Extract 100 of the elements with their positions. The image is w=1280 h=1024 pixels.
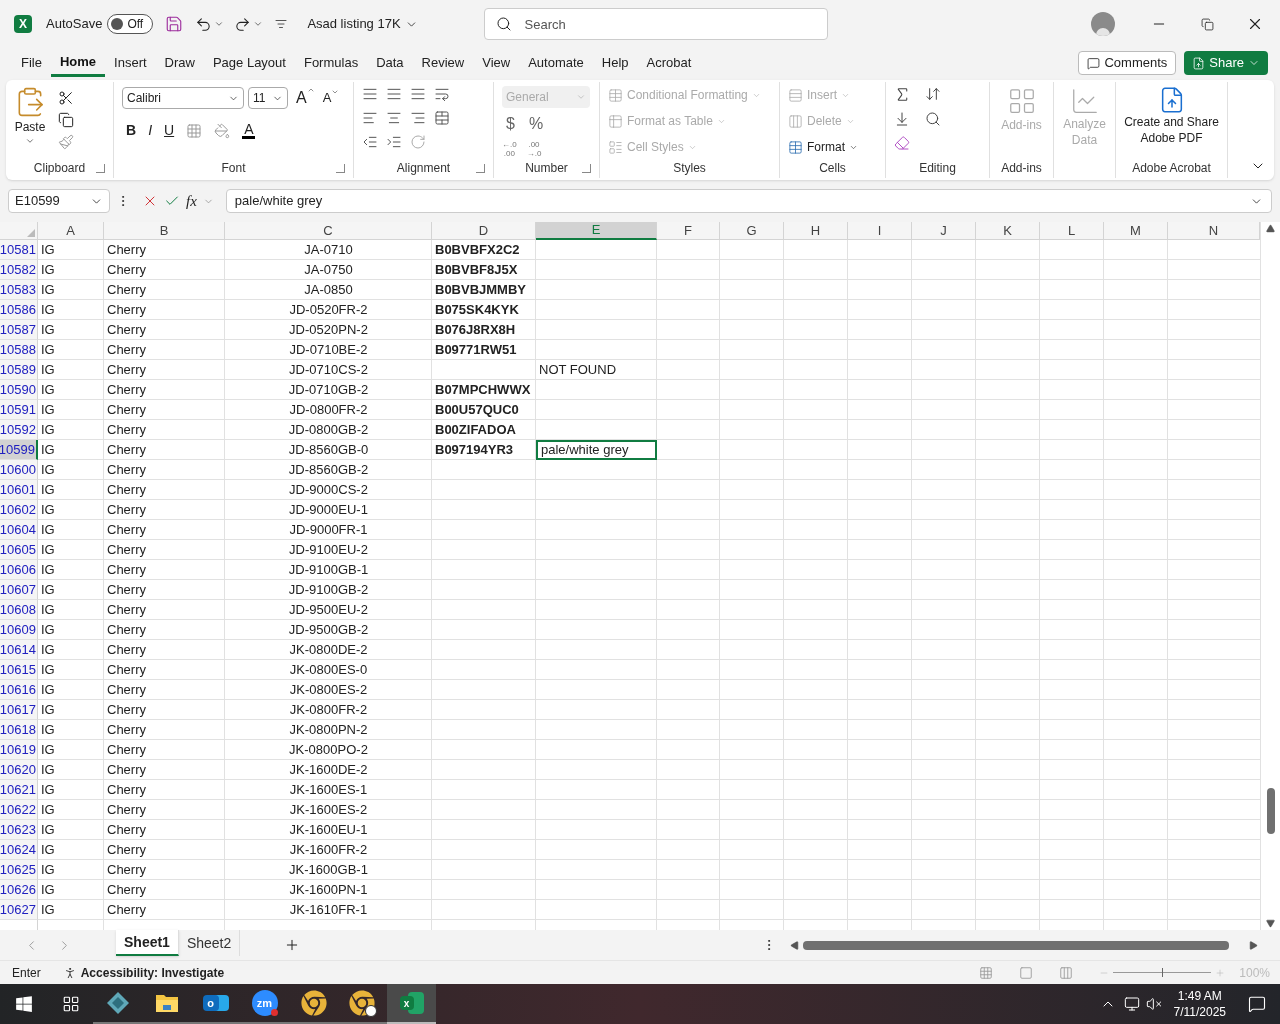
insert-function-button[interactable]: fx <box>186 189 197 213</box>
scroll-up-icon[interactable] <box>1266 224 1275 233</box>
row-header[interactable]: 10605 <box>0 540 38 560</box>
font-color-button[interactable]: A <box>242 122 256 139</box>
autosave-toggle[interactable]: Off <box>107 14 154 34</box>
row-header[interactable]: 10620 <box>0 760 38 780</box>
search-icon[interactable] <box>495 16 512 32</box>
network-icon[interactable] <box>1123 996 1140 1012</box>
row-header[interactable]: 10608 <box>0 600 38 620</box>
align-right-icon[interactable] <box>410 110 426 126</box>
borders-icon[interactable] <box>186 122 203 139</box>
customize-toolbar-icon[interactable] <box>275 18 288 30</box>
row-header[interactable]: 10618 <box>0 720 38 740</box>
row-header[interactable]: 10626 <box>0 880 38 900</box>
row-header[interactable]: 10587 <box>0 320 38 340</box>
column-header[interactable]: H <box>784 222 848 240</box>
row-header[interactable]: 10582 <box>0 260 38 280</box>
scroll-right-icon[interactable] <box>1249 940 1259 950</box>
row-header[interactable]: 10599 <box>0 440 38 460</box>
row-header[interactable]: 10586 <box>0 300 38 320</box>
comments-button[interactable]: Comments <box>1078 51 1177 75</box>
column-header[interactable]: L <box>1040 222 1104 240</box>
redo-icon[interactable] <box>234 15 252 33</box>
chrome-icon[interactable] <box>348 990 375 1016</box>
paste-button[interactable]: Paste <box>14 86 46 150</box>
search-field[interactable]: Search <box>483 8 828 40</box>
ribbon-tab[interactable]: Review <box>412 49 474 77</box>
ribbon-tab[interactable]: Home <box>50 49 106 77</box>
dialog-launcher-icon[interactable] <box>582 163 591 173</box>
row-header[interactable]: 10583 <box>0 280 38 300</box>
ribbon-tab[interactable]: Formulas <box>294 49 368 77</box>
accessibility-status[interactable]: Accessibility: Investigate <box>62 963 225 982</box>
clock-time[interactable]: 1:49 AM <box>1177 988 1222 1004</box>
scroll-down-icon[interactable] <box>1266 919 1275 928</box>
font-size-field[interactable]: 11 <box>248 87 288 109</box>
column-header[interactable]: A <box>38 222 104 240</box>
ribbon-tab[interactable]: Automate <box>519 49 593 77</box>
italic-button[interactable]: I <box>148 120 152 141</box>
ribbon-tab[interactable]: Insert <box>105 49 156 77</box>
clock-date[interactable]: 7/11/2025 <box>1173 1004 1226 1020</box>
caret-icon[interactable] <box>25 136 35 146</box>
row-header[interactable]: 10588 <box>0 340 38 360</box>
scroll-left-icon[interactable] <box>790 940 800 950</box>
folder-icon[interactable] <box>154 992 179 1014</box>
caret-up-icon[interactable] <box>306 86 315 94</box>
document-title[interactable]: Asad listing 17K <box>307 14 418 34</box>
column-header[interactable]: C <box>225 222 432 240</box>
fill-color-icon[interactable] <box>214 122 231 139</box>
chrome-icon[interactable] <box>300 990 327 1016</box>
column-header[interactable]: K <box>976 222 1040 240</box>
increase-decimal-button[interactable]: ←.0 .00 <box>502 140 517 158</box>
dialog-launcher-icon[interactable] <box>476 163 485 173</box>
horizontal-scroll-thumb[interactable] <box>803 940 1230 950</box>
row-header[interactable]: 10604 <box>0 520 38 540</box>
fill-icon[interactable] <box>894 111 910 127</box>
row-header[interactable]: 10590 <box>0 380 38 400</box>
zoom-slider[interactable] <box>1113 968 1212 977</box>
sort-filter-icon[interactable] <box>925 86 941 102</box>
copy-icon[interactable] <box>58 112 74 128</box>
vertical-scroll-thumb[interactable] <box>1266 788 1275 834</box>
restore-icon[interactable] <box>1201 17 1214 31</box>
sheet-tab[interactable]: Sheet1 <box>116 930 179 956</box>
dialog-launcher-icon[interactable] <box>336 163 345 173</box>
clear-icon[interactable] <box>894 135 910 151</box>
ribbon-tab[interactable]: Help <box>592 49 638 77</box>
ribbon-tab[interactable]: Acrobat <box>637 49 701 77</box>
row-header[interactable]: 10625 <box>0 860 38 880</box>
row-header[interactable]: 10607 <box>0 580 38 600</box>
taskbar-button[interactable]: o <box>191 984 240 1024</box>
name-box[interactable]: E10599 <box>8 189 110 213</box>
bottom-align-icon[interactable] <box>410 86 426 102</box>
row-header[interactable]: 10602 <box>0 500 38 520</box>
ribbon-tab[interactable]: File <box>12 49 51 77</box>
row-header[interactable]: 10589 <box>0 360 38 380</box>
align-left-icon[interactable] <box>362 110 378 126</box>
format-painter-icon[interactable] <box>58 134 74 150</box>
top-align-icon[interactable] <box>362 86 378 102</box>
sheet-tab[interactable]: Sheet2 <box>178 930 241 956</box>
cells-icon[interactable] <box>788 139 803 155</box>
cells-menu-button[interactable]: Format <box>788 138 858 156</box>
share-icon[interactable] <box>1192 56 1206 70</box>
ribbon-tab[interactable]: View <box>473 49 520 77</box>
cut-icon[interactable] <box>58 90 74 106</box>
row-header[interactable]: 10592 <box>0 420 38 440</box>
bold-button[interactable]: B <box>126 120 137 141</box>
taskbar-button[interactable]: x <box>387 984 436 1024</box>
column-header[interactable]: G <box>720 222 784 240</box>
row-header[interactable]: 10614 <box>0 640 38 660</box>
column-header[interactable]: I <box>848 222 912 240</box>
row-header[interactable]: 10624 <box>0 840 38 860</box>
row-header[interactable]: 10581 <box>0 240 38 260</box>
column-header[interactable]: J <box>912 222 976 240</box>
caret-icon[interactable] <box>214 19 225 29</box>
row-header[interactable]: 10606 <box>0 560 38 580</box>
align-center-icon[interactable] <box>386 110 402 126</box>
row-header[interactable]: 10617 <box>0 700 38 720</box>
merge-icon[interactable] <box>434 110 450 126</box>
increase-indent-icon[interactable] <box>386 134 402 150</box>
ribbon-tab[interactable]: Data <box>367 49 413 77</box>
undo-icon[interactable] <box>195 15 213 33</box>
